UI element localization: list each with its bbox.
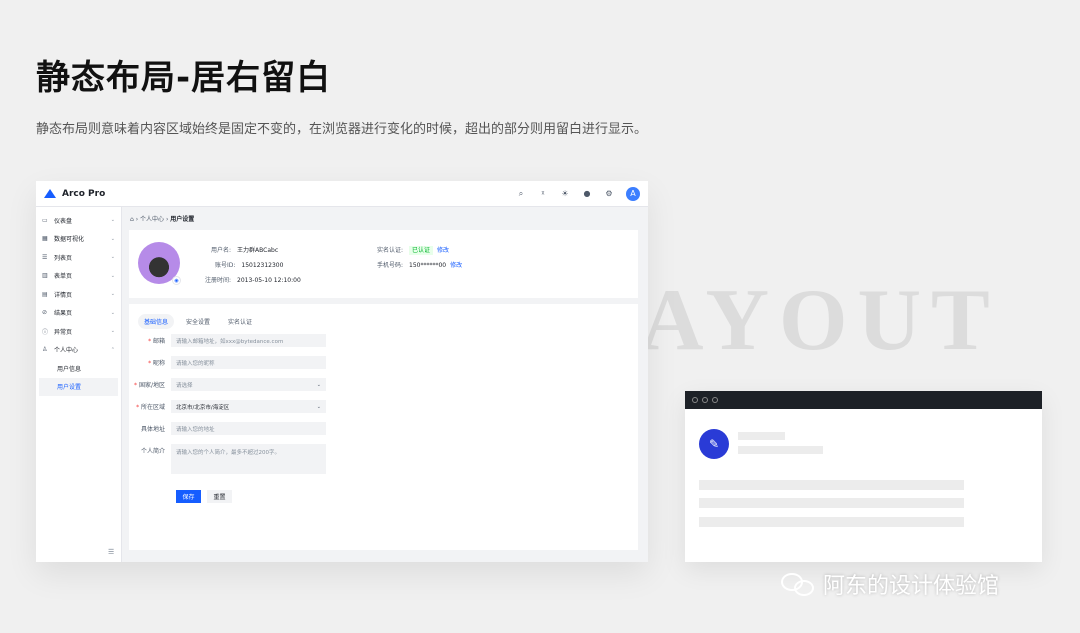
page-subtitle: 静态布局则意味着内容区域始终是固定不变的，在浏览器进行变化的时候，超出的部分则用… [36,122,648,137]
realname-label: 实名认证: [377,247,404,254]
realname-status-badge: 已认证 [409,246,434,255]
sidebar-item-dashboard[interactable]: ▭ 仪表盘 ⌄ [36,211,121,230]
settings-tabs: 基础信息 安全设置 实名认证 [138,314,258,329]
nickname-field[interactable]: 请输入您的昵称 [171,356,326,369]
home-icon[interactable]: ⌂ [130,216,134,223]
region-select[interactable]: 北京市/北京市/海淀区 ⌄ [171,400,326,413]
tab-security[interactable]: 安全设置 [180,314,216,329]
nickname-label: * 昵称 [148,360,165,367]
sidebar-item-user-center[interactable]: ♙ 个人中心 ⌃ [36,341,121,360]
breadcrumb: ⌂ › 个人中心 › 用户设置 [130,216,195,223]
reset-button[interactable]: 重置 [207,490,232,503]
dashboard-icon: ▭ [42,216,48,224]
phone-label: 手机号码: [377,262,404,269]
user-edit-icon: ✎ [699,429,729,459]
exception-icon: ⓘ [42,328,49,336]
settings-card: 基础信息 安全设置 实名认证 * 邮箱 请输入邮箱地址，如xxx@bytedan… [129,304,638,550]
tab-basic-info[interactable]: 基础信息 [138,314,175,329]
app-window: Arco Pro ⌕ ᵡ ☀ ● ⚙ A ▭ 仪表盘 ⌄ ▦ 数据可视化 ⌄ ☰ 列表页 ⌄… [36,181,648,562]
skeleton-line [699,480,964,490]
sidebar-item-list[interactable]: ☰ 列表页 ⌄ [36,248,121,267]
footer-brand: 阿东的设计体验馆 [781,568,999,600]
chevron-down-icon: ⌄ [316,403,321,410]
email-label: * 邮箱 [148,338,165,345]
footer-brand-text: 阿东的设计体验馆 [823,574,1000,599]
skeleton-line [738,446,823,454]
breadcrumb-current: 用户设置 [170,216,195,223]
email-field[interactable]: 请输入邮箱地址，如xxx@bytedance.com [171,334,326,347]
user-icon: ♙ [42,346,48,354]
skeleton-line [699,517,964,527]
sidebar-sub-item-user-settings[interactable]: 用户设置 [39,377,118,396]
sidebar-item-visualization[interactable]: ▦ 数据可视化 ⌄ [36,230,121,249]
username-value: 王力群ABCabc [237,247,279,254]
layout-watermark: AYOUT [640,272,1000,369]
bio-textarea[interactable]: 请输入您的个人简介，最多不超过200字。 [171,444,326,474]
top-navbar: Arco Pro ⌕ ᵡ ☀ ● ⚙ A [36,181,648,207]
camera-icon[interactable]: ◉ [172,276,181,285]
sidebar-sub-item-user-info[interactable]: 用户信息 [36,359,121,378]
chevron-down-icon: ⌄ [110,309,115,316]
skeleton-line [699,498,964,508]
address-field[interactable]: 请输入您的地址 [171,422,326,435]
chart-icon: ▦ [42,235,48,243]
tab-realname[interactable]: 实名认证 [222,314,258,329]
sidebar-item-exception[interactable]: ⓘ 异常页 ⌄ [36,322,121,341]
chevron-down-icon: ⌄ [110,235,115,242]
profile-card: ◉ 用户名: 王力群ABCabc 账号ID: 15012312300 注册时间: 20… [129,230,638,298]
bio-label: 个人简介 [140,448,165,455]
account-value: 15012312300 [241,262,284,269]
window-dot-icon [692,397,698,403]
list-icon: ☰ [42,253,48,261]
region-label: * 所在区域 [136,404,165,411]
account-label: 账号ID: [215,262,236,269]
sidebar-item-detail[interactable]: ▤ 详情页 ⌄ [36,285,121,304]
chevron-down-icon: ⌄ [110,272,115,279]
breadcrumb-parent[interactable]: 个人中心 [140,216,164,223]
sidebar: ▭ 仪表盘 ⌄ ▦ 数据可视化 ⌄ ☰ 列表页 ⌄ ▥ 表单页 ⌄ ▤ 详情页 ⌄ ⊘ 结果页 ⌄ ⓘ 异… [36,207,122,562]
browser-mockup: ✎ [685,391,1042,562]
wechat-icon [781,571,817,597]
form-icon: ▥ [42,272,48,280]
address-label: 具体地址 [140,426,165,433]
app-logo[interactable]: Arco Pro [44,189,105,199]
country-select[interactable]: 请选择 ⌄ [171,378,326,391]
collapse-sidebar-icon[interactable]: ☰ [108,548,114,556]
settings-icon[interactable]: ⚙ [604,189,614,198]
chevron-down-icon: ⌄ [110,291,115,298]
chevron-down-icon: ⌄ [316,381,321,388]
save-button[interactable]: 保存 [176,490,201,503]
toolbar-icons: ⌕ ᵡ ☀ ● ⚙ A [516,186,640,201]
phone-edit-link[interactable]: 修改 [450,262,462,269]
page-title: 静态布局-居右留白 [36,58,332,98]
search-icon[interactable]: ⌕ [516,189,526,199]
window-dot-icon [702,397,708,403]
chevron-down-icon: ⌄ [110,254,115,261]
logo-icon [44,189,56,198]
register-time-label: 注册时间: [205,277,232,284]
username-label: 用户名: [211,247,232,254]
translate-icon[interactable]: ᵡ [538,189,548,198]
chevron-up-icon: ⌃ [110,346,115,353]
window-dot-icon [712,397,718,403]
sidebar-item-form[interactable]: ▥ 表单页 ⌄ [36,267,121,286]
realname-edit-link[interactable]: 修改 [437,247,449,254]
user-avatar[interactable]: A [626,186,640,201]
result-icon: ⊘ [42,309,48,317]
detail-icon: ▤ [42,290,48,298]
theme-icon[interactable]: ☀ [560,189,570,198]
skeleton-line [738,432,785,440]
chevron-down-icon: ⌄ [110,328,115,335]
bell-icon[interactable]: ● [582,189,592,198]
chevron-down-icon: ⌄ [110,217,115,224]
browser-titlebar [685,391,1042,409]
country-label: * 国家/地区 [134,382,165,389]
phone-value: 150******00 [409,262,447,269]
sidebar-item-result[interactable]: ⊘ 结果页 ⌄ [36,304,121,323]
register-time-value: 2013-05-10 12:10:00 [237,277,301,284]
app-name: Arco Pro [62,188,106,199]
